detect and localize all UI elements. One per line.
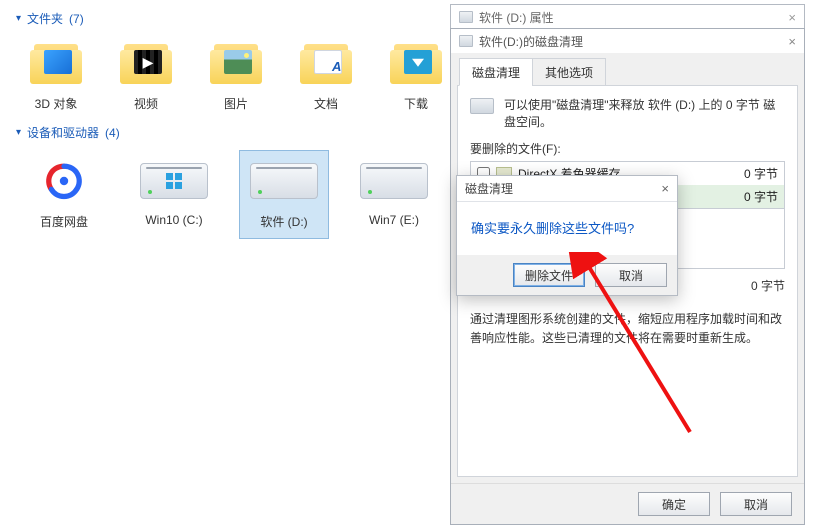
section-count: (4) [105, 126, 120, 140]
confirm-titlebar[interactable]: 磁盘清理 × [457, 176, 677, 202]
folder-label: 下载 [380, 95, 452, 112]
properties-window: 软件 (D:) 属性 × [450, 4, 805, 30]
tab-disk-cleanup[interactable]: 磁盘清理 [459, 58, 533, 86]
cancel-button[interactable]: 取消 [595, 263, 667, 287]
drive-e[interactable]: Win7 (E:) [350, 151, 438, 238]
file-size: 0 字节 [744, 165, 778, 182]
properties-title: 软件 (D:) 属性 [479, 9, 554, 26]
confirm-buttons: 删除文件 取消 [457, 255, 677, 295]
drive-d[interactable]: 软件 (D:) [240, 151, 328, 238]
cleanup-titlebar[interactable]: 软件(D:)的磁盘清理 × [451, 29, 804, 53]
files-label: 要删除的文件(F): [470, 140, 785, 157]
folder-downloads[interactable]: 下载 [380, 37, 452, 112]
confirm-message: 确实要永久删除这些文件吗? [471, 218, 663, 237]
drive-baidu[interactable]: 百度网盘 [20, 151, 108, 238]
drive-icon [459, 11, 473, 23]
drive-label: 软件 (D:) [244, 213, 324, 230]
folder-pictures[interactable]: 图片 [200, 37, 272, 112]
section-count: (7) [69, 12, 84, 26]
confirm-title: 磁盘清理 [465, 180, 513, 197]
section-title: 设备和驱动器 [27, 124, 99, 141]
cancel-button[interactable]: 取消 [720, 492, 792, 516]
baidu-icon [40, 157, 88, 205]
chevron-down-icon: ▾ [16, 127, 21, 138]
close-icon[interactable]: × [788, 34, 796, 49]
confirm-dialog: 磁盘清理 × 确实要永久删除这些文件吗? 删除文件 取消 [456, 175, 678, 296]
chevron-down-icon: ▾ [16, 13, 21, 24]
section-title: 文件夹 [27, 10, 63, 27]
dialog-buttons: 确定 取消 [451, 483, 804, 524]
folder-label: 文档 [290, 95, 362, 112]
properties-titlebar[interactable]: 软件 (D:) 属性 × [451, 5, 804, 29]
tabs: 磁盘清理 其他选项 [451, 53, 804, 85]
folder-videos[interactable]: ▶ 视频 [110, 37, 182, 112]
info-text: 可以使用"磁盘清理"来释放 软件 (D:) 上的 0 字节 磁盘空间。 [504, 96, 785, 130]
drive-label: 百度网盘 [24, 213, 104, 230]
file-size: 0 字节 [744, 188, 778, 205]
delete-files-button[interactable]: 删除文件 [513, 263, 585, 287]
drive-label: Win10 (C:) [134, 213, 214, 227]
drive-c[interactable]: Win10 (C:) [130, 151, 218, 238]
tab-other-options[interactable]: 其他选项 [532, 58, 606, 86]
folder-label: 3D 对象 [20, 95, 92, 112]
close-icon[interactable]: × [788, 10, 796, 25]
folder-label: 视频 [110, 95, 182, 112]
drive-label: Win7 (E:) [354, 213, 434, 227]
cleanup-title: 软件(D:)的磁盘清理 [479, 33, 583, 50]
folder-label: 图片 [200, 95, 272, 112]
drive-icon [459, 35, 473, 47]
folder-3d-objects[interactable]: 3D 对象 [20, 37, 92, 112]
drive-icon [470, 98, 494, 114]
close-icon[interactable]: × [661, 181, 669, 196]
windows-icon [166, 173, 182, 189]
folder-documents[interactable]: 文档 [290, 37, 362, 112]
description: 通过清理图形系统创建的文件，缩短应用程序加载时间和改善响应性能。这些已清理的文件… [470, 310, 785, 348]
ok-button[interactable]: 确定 [638, 492, 710, 516]
